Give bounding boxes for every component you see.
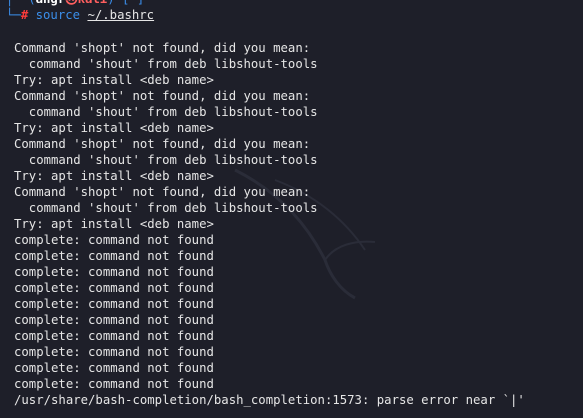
prompt-command-line: └─# source ~/.bashrc	[0, 7, 583, 23]
command-argument: ~/.bashrc	[87, 8, 155, 22]
output-line: command 'shout' from deb libshout-tools	[14, 201, 318, 215]
output-line: complete: command not found	[14, 329, 214, 343]
output-line: Try: apt install <deb name>	[14, 169, 214, 183]
output-line: complete: command not found	[14, 345, 214, 359]
output-line: command 'shout' from deb libshout-tools	[14, 57, 318, 71]
output-line: complete: command not found	[14, 281, 214, 295]
output-line: command 'shout' from deb libshout-tools	[14, 105, 318, 119]
output-line: complete: command not found	[14, 313, 214, 327]
prompt-path: ~	[129, 0, 136, 6]
output-line: Try: apt install <deb name>	[14, 217, 214, 231]
prompt-user: angr	[36, 0, 66, 6]
output-line: Command 'shopt' not found, did you mean:	[14, 137, 311, 151]
terminal-window[interactable]: ┌──(angr㉿kali)-[~] └─# source ~/.bashrc …	[0, 0, 583, 418]
output-line: complete: command not found	[14, 233, 214, 247]
output-line: command 'shout' from deb libshout-tools	[14, 153, 318, 167]
output-line: complete: command not found	[14, 377, 214, 391]
terminal-output: Command 'shopt' not found, did you mean:…	[14, 40, 583, 408]
prompt-frame-bottom: └─	[6, 8, 21, 22]
output-line: Command 'shopt' not found, did you mean:	[14, 41, 311, 55]
prompt-header: ┌──(angr㉿kali)-[~]	[0, 0, 583, 7]
prompt-host: kali	[78, 0, 108, 6]
output-line: complete: command not found	[14, 297, 214, 311]
output-line: complete: command not found	[14, 265, 214, 279]
prompt-at-symbol: ㉿	[65, 0, 77, 6]
output-line: Try: apt install <deb name>	[14, 121, 214, 135]
prompt-frame-mid: )-[	[107, 0, 129, 6]
output-line: Command 'shopt' not found, did you mean:	[14, 185, 311, 199]
output-line: complete: command not found	[14, 361, 214, 375]
output-line: /usr/share/bash-completion/bash_completi…	[14, 393, 525, 407]
prompt-frame-start: ┌──(	[6, 0, 36, 6]
output-line: complete: command not found	[14, 249, 214, 263]
shell-prompt: ┌──(angr㉿kali)-[~] └─# source ~/.bashrc	[0, 0, 583, 23]
output-line: Try: apt install <deb name>	[14, 73, 214, 87]
output-line: Command 'shopt' not found, did you mean:	[14, 89, 311, 103]
prompt-frame-end: ]	[137, 0, 144, 6]
command-name: source	[35, 8, 81, 22]
prompt-root-hash: #	[20, 8, 29, 22]
